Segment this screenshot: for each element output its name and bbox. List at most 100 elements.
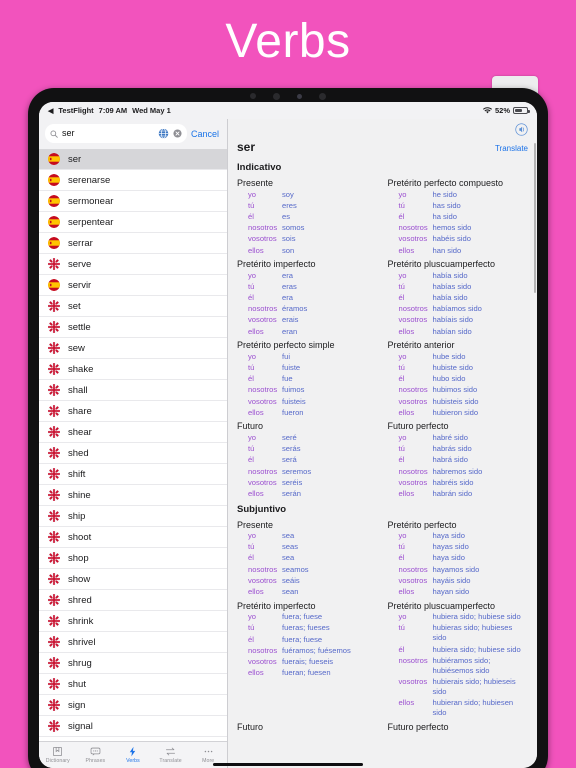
status-bar-left[interactable]: ◀ TestFlight 7:09 AM Wed May 1 — [48, 106, 171, 115]
conjugation-row: élfue — [237, 374, 378, 385]
form-cell: habían sido — [430, 326, 529, 337]
tense-name: Pretérito pluscuamperfecto — [388, 259, 529, 269]
form-cell: fuimos — [279, 385, 378, 396]
list-item[interactable]: shine — [39, 485, 227, 506]
globe-icon[interactable] — [158, 128, 169, 139]
list-item[interactable]: shoot — [39, 527, 227, 548]
list-item[interactable]: serenarse — [39, 170, 227, 191]
form-cell: hemos sido — [430, 223, 529, 234]
list-item-label: ser — [68, 154, 81, 165]
form-cell: habrá sido — [430, 455, 529, 466]
list-item[interactable]: shrivel — [39, 632, 227, 653]
list-item[interactable]: ser — [39, 149, 227, 170]
list-item[interactable]: shrink — [39, 611, 227, 632]
list-item[interactable]: serve — [39, 254, 227, 275]
list-item-label: shut — [68, 679, 86, 690]
tense-name: Pretérito perfecto simple — [237, 340, 378, 350]
list-item[interactable]: servir — [39, 275, 227, 296]
wifi-icon — [483, 107, 492, 114]
pronoun-cell: tú — [237, 281, 279, 292]
list-item[interactable]: shed — [39, 443, 227, 464]
tab-translate[interactable]: Translate — [152, 742, 190, 768]
form-cell: seréis — [279, 477, 378, 488]
conjugation-row: ellosson — [237, 245, 378, 256]
list-item[interactable]: share — [39, 401, 227, 422]
conjugation-row: yohe sido — [388, 189, 529, 200]
ipad-device-frame: ◀ TestFlight 7:09 AM Wed May 1 52% — [28, 88, 548, 768]
list-item[interactable]: shift — [39, 464, 227, 485]
headword-row: ser Translate — [228, 140, 537, 156]
pronoun-cell: nosotros — [388, 304, 430, 315]
conjugation-row: yohabía sido — [388, 270, 529, 281]
list-item[interactable]: set — [39, 296, 227, 317]
list-item[interactable]: ship — [39, 506, 227, 527]
word-list[interactable]: serserenarsesermonearserpentearserrarser… — [39, 149, 227, 741]
pronoun-cell: vosotros — [237, 656, 279, 667]
conjugation-row: nosotroshubiéramos sido; hubiésemos sido — [388, 655, 529, 676]
conjugation-table: yohe sidotúhas sidoélha sidonosotroshemo… — [388, 189, 529, 256]
list-item[interactable]: serrar — [39, 233, 227, 254]
pronoun-cell: tú — [388, 362, 430, 373]
conjugation-row: nosotrosfuimos — [237, 385, 378, 396]
list-item[interactable]: show — [39, 569, 227, 590]
pronoun-cell: él — [388, 374, 430, 385]
speaker-icon[interactable] — [515, 123, 528, 136]
list-item[interactable]: shall — [39, 380, 227, 401]
clear-icon[interactable] — [173, 129, 182, 138]
list-item[interactable]: serpentear — [39, 212, 227, 233]
pronoun-cell: yo — [237, 189, 279, 200]
pronoun-cell: nosotros — [237, 466, 279, 477]
sidebar-panel: ser Cancel ser serenarse sermonear serpente… — [39, 119, 228, 768]
pronoun-cell: ellos — [237, 326, 279, 337]
pronoun-cell: tú — [237, 444, 279, 455]
list-item[interactable]: shut — [39, 674, 227, 695]
pronoun-cell: yo — [388, 270, 430, 281]
home-indicator[interactable] — [213, 763, 363, 766]
list-item[interactable]: shear — [39, 422, 227, 443]
pronoun-cell: nosotros — [237, 564, 279, 575]
conjugation-row: túeras — [237, 281, 378, 292]
list-item[interactable]: sew — [39, 338, 227, 359]
tense-name: Futuro perfecto — [388, 421, 529, 431]
form-cell: sois — [279, 234, 378, 245]
list-item[interactable]: signal — [39, 716, 227, 737]
list-item[interactable]: sermonear — [39, 191, 227, 212]
conjugation-row: túfueras; fueses — [237, 623, 378, 634]
tab-phrases[interactable]: Phrases — [77, 742, 115, 768]
pronoun-cell: yo — [237, 531, 279, 542]
flag-uk-icon — [48, 300, 60, 312]
conjugation-row: ellossean — [237, 586, 378, 597]
conjugation-row: élha sido — [388, 211, 529, 222]
pronoun-cell: vosotros — [237, 396, 279, 407]
tab-label: Phrases — [86, 758, 106, 764]
translate-link[interactable]: Translate — [495, 144, 528, 153]
list-item[interactable]: shrug — [39, 653, 227, 674]
list-item[interactable]: shop — [39, 548, 227, 569]
conjugation-row: yohubiera sido; hubiese sido — [388, 612, 529, 623]
list-item[interactable]: sign — [39, 695, 227, 716]
speech-bubble-icon — [90, 746, 101, 757]
list-item[interactable]: shake — [39, 359, 227, 380]
back-caret-icon[interactable]: ◀ — [48, 107, 53, 115]
scrollbar-thumb[interactable] — [534, 143, 536, 293]
conjugation-row: vosotrosseáis — [237, 575, 378, 586]
conjugation-row: elloshabían sido — [388, 326, 529, 337]
list-item[interactable]: settle — [39, 317, 227, 338]
cancel-button[interactable]: Cancel — [191, 129, 221, 139]
tab-dictionary[interactable]: Dictionary — [39, 742, 77, 768]
form-cell: hubiéramos sido; hubiésemos sido — [430, 655, 529, 676]
conjugation-row: élhubiera sido; hubiese sido — [388, 644, 529, 655]
pronoun-cell: tú — [237, 542, 279, 553]
pronoun-cell: nosotros — [388, 223, 430, 234]
form-cell: fuerais; fueseis — [279, 656, 378, 667]
list-item[interactable]: shred — [39, 590, 227, 611]
list-item-label: sermonear — [68, 196, 113, 207]
tense-block: Pretérito perfectoyohaya sidotúhayas sid… — [388, 517, 529, 598]
conjugation-row: ellosfueran; fuesen — [237, 668, 378, 679]
list-item-label: ship — [68, 511, 85, 522]
sensor-dot-small — [297, 94, 302, 99]
flag-uk-icon — [48, 468, 60, 480]
tab-verbs[interactable]: Verbs — [114, 742, 152, 768]
conjugation-list[interactable]: IndicativoPresenteyosoytúeresélesnosotro… — [228, 156, 537, 768]
search-input[interactable]: ser — [45, 124, 187, 143]
